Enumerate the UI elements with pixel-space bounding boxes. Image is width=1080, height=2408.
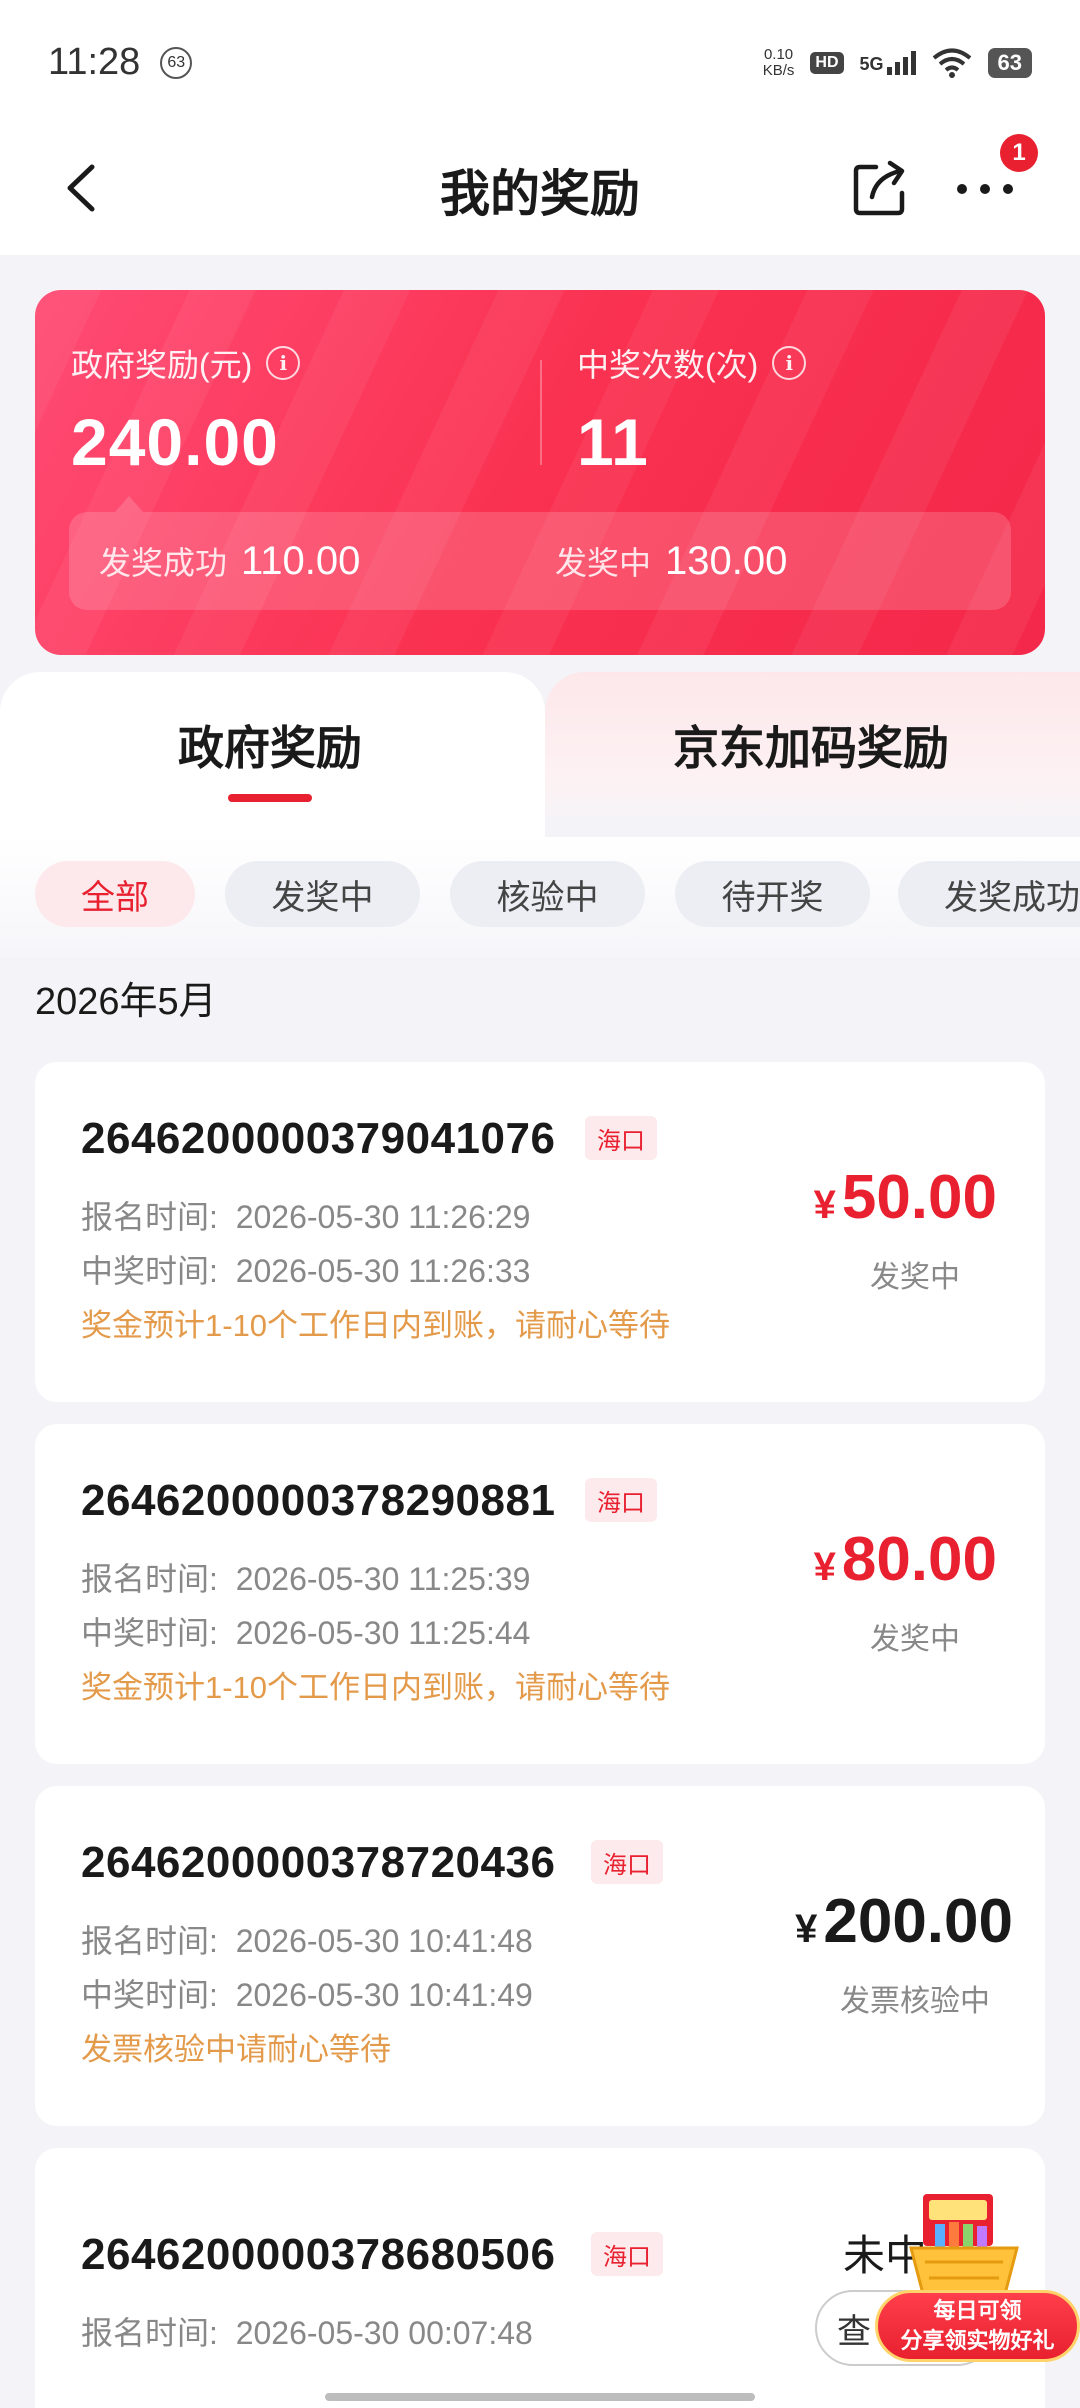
amount-value: 80.00 — [841, 1525, 997, 1594]
payout-breakdown: 发奖成功 110.00 发奖中 130.00 — [69, 512, 1011, 610]
paid-value: 110.00 — [241, 539, 361, 583]
reward-summary-card: 政府奖励(元) i 240.00 中奖次数(次) i 11 发奖成功 110.0… — [35, 290, 1045, 655]
gov-reward-value: 240.00 — [71, 405, 279, 479]
status-time: 11:28 — [48, 41, 141, 83]
notification-count-icon: 63 — [160, 46, 193, 79]
win-time-value: 2026-05-30 11:26:33 — [235, 1253, 531, 1289]
message-badge: 1 — [1000, 134, 1038, 172]
info-icon[interactable]: i — [266, 346, 301, 380]
page-title: 我的奖励 — [440, 166, 640, 222]
signup-time-label: 报名时间: — [81, 1923, 218, 1959]
gov-reward-block: 政府奖励(元) i 240.00 — [71, 340, 301, 480]
status-filters: 全部 发奖中 核验中 待开奖 发奖成功 — [0, 837, 1080, 957]
record-id: 2646200000378720436 — [81, 1838, 556, 1887]
win-time-value: 2026-05-30 11:25:44 — [235, 1615, 531, 1651]
currency-symbol: ¥ — [813, 1545, 836, 1589]
signup-time-value: 2026-05-30 11:25:39 — [235, 1561, 531, 1597]
signup-time: 报名时间: 2026-05-30 11:25:39 — [81, 1554, 530, 1600]
city-tag: 海口 — [585, 1116, 657, 1160]
signup-time-value: 2026-05-30 11:26:29 — [235, 1199, 531, 1235]
currency-symbol: ¥ — [813, 1183, 836, 1227]
tab-gov-reward[interactable]: 政府奖励 — [0, 672, 545, 837]
reward-amount: ¥ 80.00 — [814, 1524, 997, 1595]
hd-icon: HD — [810, 51, 844, 74]
top-bar: 我的奖励 — [0, 125, 1080, 255]
reward-tabs: 京东加码奖励 政府奖励 — [0, 672, 1080, 837]
record-status: 发奖中 — [870, 1623, 960, 1656]
tab-jd-label: 京东加码奖励 — [673, 722, 949, 774]
reward-amount: ¥ 200.00 — [795, 1886, 1013, 1957]
reward-record[interactable]: 2646200000379041076 海口 报名时间: 2026-05-30 … — [35, 1062, 1045, 1402]
status-bar: 11:28 63 0.10 KB/s HD 5G 63 — [0, 0, 1080, 125]
record-id: 2646200000379041076 — [81, 1114, 556, 1163]
record-status: 发票核验中 — [840, 1985, 990, 2018]
win-count-block: 中奖次数(次) i 11 — [577, 340, 807, 480]
filter-pending-draw[interactable]: 待开奖 — [675, 861, 870, 927]
win-count-value: 11 — [577, 405, 649, 479]
signup-time-label: 报名时间: — [81, 1199, 218, 1235]
tab-gov-label: 政府奖励 — [178, 722, 362, 774]
promo-line1: 每日可领 — [933, 2298, 1022, 2323]
record-note: 奖金预计1-10个工作日内到账，请耐心等待 — [81, 1670, 671, 1705]
record-status: 发奖中 — [870, 1261, 960, 1294]
filter-paid[interactable]: 发奖成功 — [898, 861, 1080, 927]
paid-label: 发奖成功 — [99, 545, 228, 581]
win-time: 中奖时间: 2026-05-30 11:26:33 — [81, 1246, 530, 1292]
signup-time-value: 2026-05-30 00:07:48 — [235, 2315, 533, 2351]
promo-badge: 每日可领 分享领实物好礼 — [875, 2290, 1080, 2362]
filter-all[interactable]: 全部 — [35, 861, 195, 927]
signup-time: 报名时间: 2026-05-30 00:07:48 — [81, 2308, 533, 2354]
signup-time-value: 2026-05-30 10:41:48 — [235, 1923, 533, 1959]
filter-paying[interactable]: 发奖中 — [225, 861, 420, 927]
win-time: 中奖时间: 2026-05-30 11:25:44 — [81, 1608, 530, 1654]
network-speed-unit: KB/s — [762, 61, 795, 79]
win-time-label: 中奖时间: — [81, 1253, 218, 1289]
city-tag: 海口 — [591, 1840, 663, 1884]
reward-record[interactable]: 2646200000378290881 海口 报名时间: 2026-05-30 … — [35, 1424, 1045, 1764]
pointer-arrow — [115, 496, 143, 512]
win-time-label: 中奖时间: — [81, 1977, 218, 2013]
reward-record[interactable]: 2646200000378720436 海口 报名时间: 2026-05-30 … — [35, 1786, 1045, 2126]
cellular-signal-icon: 5G — [859, 50, 916, 75]
record-note: 发票核验中请耐心等待 — [81, 2032, 391, 2067]
win-time: 中奖时间: 2026-05-30 10:41:49 — [81, 1970, 533, 2016]
win-count-label: 中奖次数(次) — [577, 347, 759, 383]
promo-line2: 分享领实物好礼 — [900, 2328, 1055, 2353]
city-tag: 海口 — [591, 2232, 663, 2276]
win-time-value: 2026-05-30 10:41:49 — [235, 1977, 533, 2013]
gov-reward-label: 政府奖励(元) — [71, 347, 253, 383]
info-icon[interactable]: i — [772, 346, 807, 380]
share-icon[interactable] — [850, 151, 912, 221]
city-tag: 海口 — [585, 1478, 657, 1522]
signup-time: 报名时间: 2026-05-30 11:26:29 — [81, 1192, 530, 1238]
paying-label: 发奖中 — [555, 545, 652, 581]
active-tab-indicator — [228, 794, 312, 802]
currency-symbol: ¥ — [795, 1907, 818, 1951]
share-gift-promo[interactable]: 每日可领 分享领实物好礼 — [875, 2180, 1080, 2365]
signup-time-label: 报名时间: — [81, 2315, 218, 2351]
divider — [540, 360, 542, 465]
gift-basket-icon — [909, 2194, 1019, 2296]
amount-value: 200.00 — [823, 1887, 1013, 1956]
network-type: 5G — [859, 53, 884, 74]
amount-value: 50.00 — [841, 1163, 997, 1232]
signup-time-label: 报名时间: — [81, 1561, 218, 1597]
reward-amount: ¥ 50.00 — [814, 1162, 997, 1233]
network-speed: 0.10 KB/s — [762, 45, 795, 79]
tab-jd-reward[interactable]: 京东加码奖励 — [545, 672, 1080, 817]
home-indicator[interactable] — [325, 2393, 755, 2401]
wifi-icon — [932, 48, 971, 78]
filter-verifying[interactable]: 核验中 — [450, 861, 645, 927]
signup-time: 报名时间: 2026-05-30 10:41:48 — [81, 1916, 533, 1962]
month-header: 2026年5月 — [35, 981, 217, 1023]
record-id: 2646200000378290881 — [81, 1476, 556, 1525]
record-note: 奖金预计1-10个工作日内到账，请耐心等待 — [81, 1308, 671, 1343]
paying-value: 130.00 — [665, 539, 788, 583]
network-speed-value: 0.10 — [763, 45, 794, 63]
win-time-label: 中奖时间: — [81, 1615, 218, 1651]
back-arrow-icon[interactable] — [52, 153, 112, 223]
battery-icon: 63 — [987, 47, 1032, 78]
record-id: 2646200000378680506 — [81, 2230, 556, 2279]
status-icons: 0.10 KB/s HD 5G 63 — [762, 45, 1032, 79]
